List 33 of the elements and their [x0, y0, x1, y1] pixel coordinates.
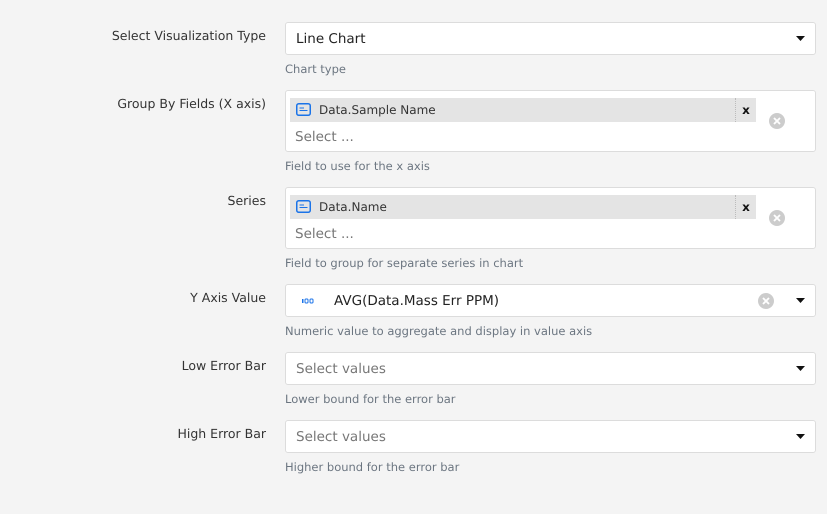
caret-icon[interactable]: [796, 434, 805, 439]
field-label: Select Visualization Type: [112, 27, 266, 45]
text-type-icon: [296, 200, 311, 213]
caret-icon[interactable]: [796, 36, 805, 41]
help-text: Chart type: [285, 62, 346, 76]
field-label: High Error Bar: [177, 425, 266, 443]
field-label: Group By Fields (X axis): [117, 95, 266, 113]
placeholder: Select ...: [294, 128, 355, 144]
help-text: Field to group for separate series in chart: [285, 256, 524, 270]
field-tag: Data.Name x: [290, 194, 756, 218]
caret-icon[interactable]: [796, 366, 805, 371]
field-label: Y Axis Value: [190, 289, 266, 307]
help-text: Numeric value to aggregate and display in value axis: [285, 324, 592, 338]
multi-select-field[interactable]: Data.Sample Name x Select ...: [285, 90, 816, 152]
dropdown-field[interactable]: Select values: [285, 420, 816, 453]
placeholder: Select values: [296, 428, 387, 444]
text-type-icon: [296, 103, 311, 116]
caret-icon[interactable]: [796, 298, 805, 303]
selected-value: AVG(Data.Mass Err PPM): [334, 292, 500, 308]
dropdown-field[interactable]: AVG(Data.Mass Err PPM): [285, 284, 816, 317]
placeholder: Select ...: [294, 224, 355, 242]
selected-value: Line Chart: [296, 30, 367, 46]
help-text: Lower bound for the error bar: [285, 392, 456, 406]
field-label: Low Error Bar: [182, 357, 266, 375]
field-label: Series: [228, 192, 266, 210]
help-text: Field to use for the x axis: [285, 159, 430, 173]
number-type-icon: [302, 298, 316, 304]
placeholder: Select values: [296, 360, 387, 376]
field-tag: Data.Sample Name x: [290, 98, 756, 122]
multi-select-field[interactable]: Data.Name x Select ...: [285, 187, 816, 249]
dropdown-field[interactable]: Select values: [285, 352, 816, 385]
help-text: Higher bound for the error bar: [285, 460, 460, 474]
dropdown-field[interactable]: Line Chart: [285, 22, 816, 55]
